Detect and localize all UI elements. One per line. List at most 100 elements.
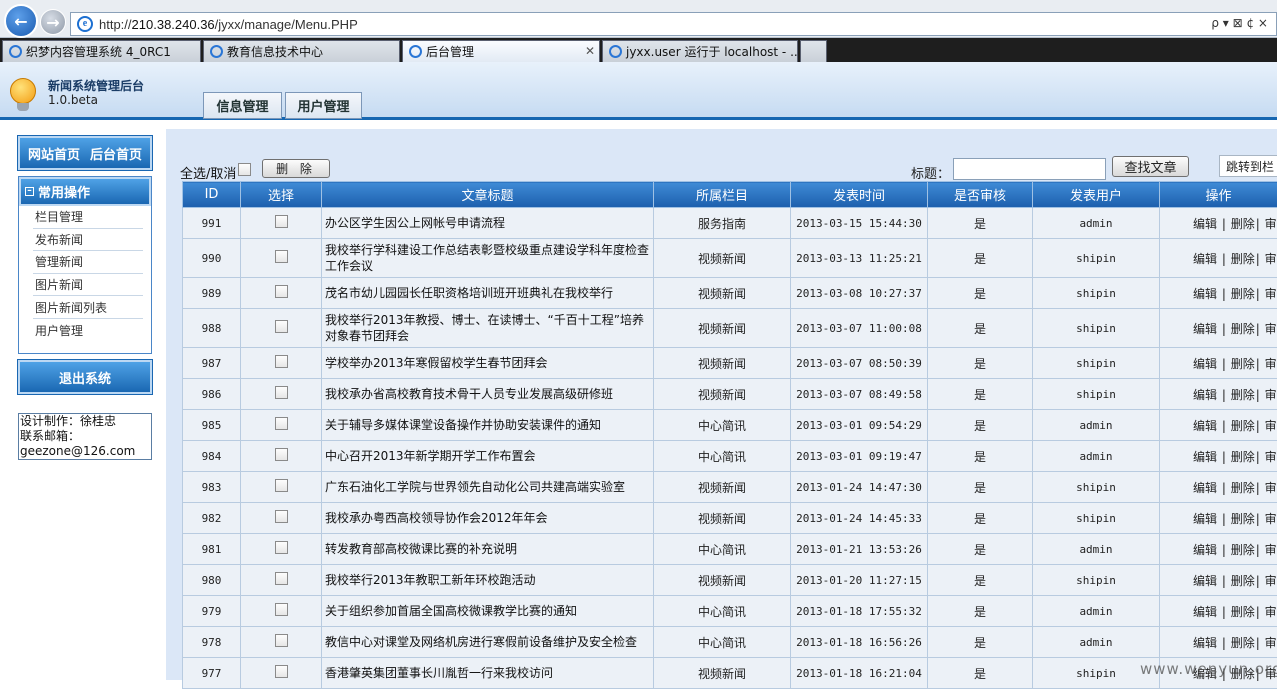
approve-link[interactable]: 审 bbox=[1265, 636, 1277, 650]
sidebar-item-picture-news-list[interactable]: 图片新闻列表 bbox=[33, 296, 143, 319]
new-tab-button[interactable] bbox=[800, 40, 827, 62]
approve-link[interactable]: 审 bbox=[1265, 287, 1277, 301]
logout-button[interactable]: 退出系统 bbox=[18, 360, 152, 394]
edit-link[interactable]: 编辑 bbox=[1193, 636, 1217, 650]
browser-tab[interactable]: 教育信息技术中心 bbox=[203, 40, 400, 62]
delete-link[interactable]: 删除 bbox=[1231, 481, 1255, 495]
site-home-link[interactable]: 网站首页 bbox=[28, 144, 80, 163]
cell-title[interactable]: 办公区学生因公上网帐号申请流程 bbox=[322, 208, 654, 239]
cell-title[interactable]: 我校承办粤西高校领导协作会2012年年会 bbox=[322, 503, 654, 534]
cell-title[interactable]: 关于组织参加首届全国高校微课教学比赛的通知 bbox=[322, 596, 654, 627]
delete-link[interactable]: 删除 bbox=[1231, 217, 1255, 231]
edit-link[interactable]: 编辑 bbox=[1193, 605, 1217, 619]
delete-link[interactable]: 删除 bbox=[1231, 450, 1255, 464]
browser-tab[interactable]: 织梦内容管理系统 4_0RC1 bbox=[2, 40, 201, 62]
jump-to-column-select[interactable]: 跳转到栏 bbox=[1219, 155, 1277, 177]
approve-link[interactable]: 审 bbox=[1265, 512, 1277, 526]
url-text[interactable]: http://210.38.240.36/jyxx/manage/Menu.PH… bbox=[99, 17, 358, 32]
cell-title[interactable]: 教信中心对课堂及网络机房进行寒假前设备维护及安全检查 bbox=[322, 627, 654, 658]
tab-info-management[interactable]: 信息管理 bbox=[203, 92, 282, 119]
search-article-button[interactable]: 查找文章 bbox=[1112, 156, 1189, 177]
row-checkbox[interactable] bbox=[275, 634, 288, 647]
forward-arrow-icon[interactable]: → bbox=[40, 9, 66, 35]
approve-link[interactable]: 审 bbox=[1265, 481, 1277, 495]
approve-link[interactable]: 审 bbox=[1265, 574, 1277, 588]
sidebar-item-manage-news[interactable]: 管理新闻 bbox=[33, 251, 143, 274]
delete-button[interactable]: 删 除 bbox=[262, 159, 330, 178]
approve-link[interactable]: 审 bbox=[1265, 357, 1277, 371]
approve-link[interactable]: 审 bbox=[1265, 217, 1277, 231]
back-arrow-icon[interactable]: ← bbox=[4, 4, 38, 38]
row-checkbox[interactable] bbox=[275, 355, 288, 368]
edit-link[interactable]: 编辑 bbox=[1193, 388, 1217, 402]
delete-link[interactable]: 删除 bbox=[1231, 574, 1255, 588]
row-checkbox[interactable] bbox=[275, 541, 288, 554]
cell-title[interactable]: 我校举行2013年教授、博士、在读博士、“千百十工程”培养对象春节团拜会 bbox=[322, 309, 654, 348]
edit-link[interactable]: 编辑 bbox=[1193, 357, 1217, 371]
edit-link[interactable]: 编辑 bbox=[1193, 512, 1217, 526]
edit-link[interactable]: 编辑 bbox=[1193, 322, 1217, 336]
row-checkbox[interactable] bbox=[275, 386, 288, 399]
edit-link[interactable]: 编辑 bbox=[1193, 419, 1217, 433]
approve-link[interactable]: 审 bbox=[1265, 419, 1277, 433]
delete-link[interactable]: 删除 bbox=[1231, 287, 1255, 301]
edit-link[interactable]: 编辑 bbox=[1193, 543, 1217, 557]
row-checkbox[interactable] bbox=[275, 215, 288, 228]
row-checkbox[interactable] bbox=[275, 417, 288, 430]
cell-title[interactable]: 学校举办2013年寒假留校学生春节团拜会 bbox=[322, 348, 654, 379]
approve-link[interactable]: 审 bbox=[1265, 388, 1277, 402]
browser-tab-active[interactable]: 后台管理✕ bbox=[402, 40, 600, 62]
row-checkbox[interactable] bbox=[275, 250, 288, 263]
admin-home-link[interactable]: 后台首页 bbox=[90, 144, 142, 163]
row-checkbox[interactable] bbox=[275, 285, 288, 298]
delete-link[interactable]: 删除 bbox=[1231, 357, 1255, 371]
address-tools-icons[interactable]: ρ ▾ ⊠ ¢ × bbox=[1211, 16, 1268, 30]
title-search-input[interactable] bbox=[953, 158, 1106, 180]
browser-tab[interactable]: jyxx.user 运行于 localhost - ... bbox=[602, 40, 798, 62]
tab-user-management[interactable]: 用户管理 bbox=[285, 92, 362, 119]
row-checkbox[interactable] bbox=[275, 510, 288, 523]
delete-link[interactable]: 删除 bbox=[1231, 636, 1255, 650]
edit-link[interactable]: 编辑 bbox=[1193, 217, 1217, 231]
cell-title[interactable]: 转发教育部高校微课比赛的补充说明 bbox=[322, 534, 654, 565]
sidebar-item-column-management[interactable]: 栏目管理 bbox=[33, 206, 143, 229]
delete-link[interactable]: 删除 bbox=[1231, 252, 1255, 266]
sidebar-item-publish-news[interactable]: 发布新闻 bbox=[33, 229, 143, 252]
cell-title[interactable]: 香港肇英集团董事长川胤哲一行来我校访问 bbox=[322, 658, 654, 689]
delete-link[interactable]: 删除 bbox=[1231, 512, 1255, 526]
address-bar[interactable]: e http://210.38.240.36/jyxx/manage/Menu.… bbox=[70, 12, 1277, 36]
cell-title[interactable]: 我校举行学科建设工作总结表彰暨校级重点建设学科年度检查工作会议 bbox=[322, 239, 654, 278]
delete-link[interactable]: 删除 bbox=[1231, 419, 1255, 433]
row-checkbox[interactable] bbox=[275, 479, 288, 492]
cell-title[interactable]: 茂名市幼儿园园长任职资格培训班开班典礼在我校举行 bbox=[322, 278, 654, 309]
delete-link[interactable]: 删除 bbox=[1231, 605, 1255, 619]
cell-title[interactable]: 关于辅导多媒体课堂设备操作并协助安装课件的通知 bbox=[322, 410, 654, 441]
edit-link[interactable]: 编辑 bbox=[1193, 574, 1217, 588]
cell-title[interactable]: 中心召开2013年新学期开学工作布置会 bbox=[322, 441, 654, 472]
delete-link[interactable]: 删除 bbox=[1231, 388, 1255, 402]
menu-header[interactable]: – 常用操作 bbox=[19, 177, 151, 206]
cell-title[interactable]: 广东石油化工学院与世界领先自动化公司共建高端实验室 bbox=[322, 472, 654, 503]
edit-link[interactable]: 编辑 bbox=[1193, 481, 1217, 495]
edit-link[interactable]: 编辑 bbox=[1193, 450, 1217, 464]
row-checkbox[interactable] bbox=[275, 603, 288, 616]
approve-link[interactable]: 审 bbox=[1265, 450, 1277, 464]
cell-title[interactable]: 我校承办省高校教育技术骨干人员专业发展高级研修班 bbox=[322, 379, 654, 410]
delete-link[interactable]: 删除 bbox=[1231, 322, 1255, 336]
delete-link[interactable]: 删除 bbox=[1231, 543, 1255, 557]
cell-title[interactable]: 我校举行2013年教职工新年环校跑活动 bbox=[322, 565, 654, 596]
collapse-icon[interactable]: – bbox=[25, 187, 34, 196]
row-checkbox[interactable] bbox=[275, 448, 288, 461]
edit-link[interactable]: 编辑 bbox=[1193, 252, 1217, 266]
edit-link[interactable]: 编辑 bbox=[1193, 287, 1217, 301]
approve-link[interactable]: 审 bbox=[1265, 605, 1277, 619]
approve-link[interactable]: 审 bbox=[1265, 252, 1277, 266]
approve-link[interactable]: 审 bbox=[1265, 543, 1277, 557]
select-all-checkbox[interactable] bbox=[238, 163, 251, 176]
row-checkbox[interactable] bbox=[275, 320, 288, 333]
sidebar-item-picture-news[interactable]: 图片新闻 bbox=[33, 274, 143, 297]
sidebar-item-user-management[interactable]: 用户管理 bbox=[33, 319, 143, 342]
row-checkbox[interactable] bbox=[275, 665, 288, 678]
close-tab-icon[interactable]: ✕ bbox=[585, 44, 595, 58]
approve-link[interactable]: 审 bbox=[1265, 322, 1277, 336]
